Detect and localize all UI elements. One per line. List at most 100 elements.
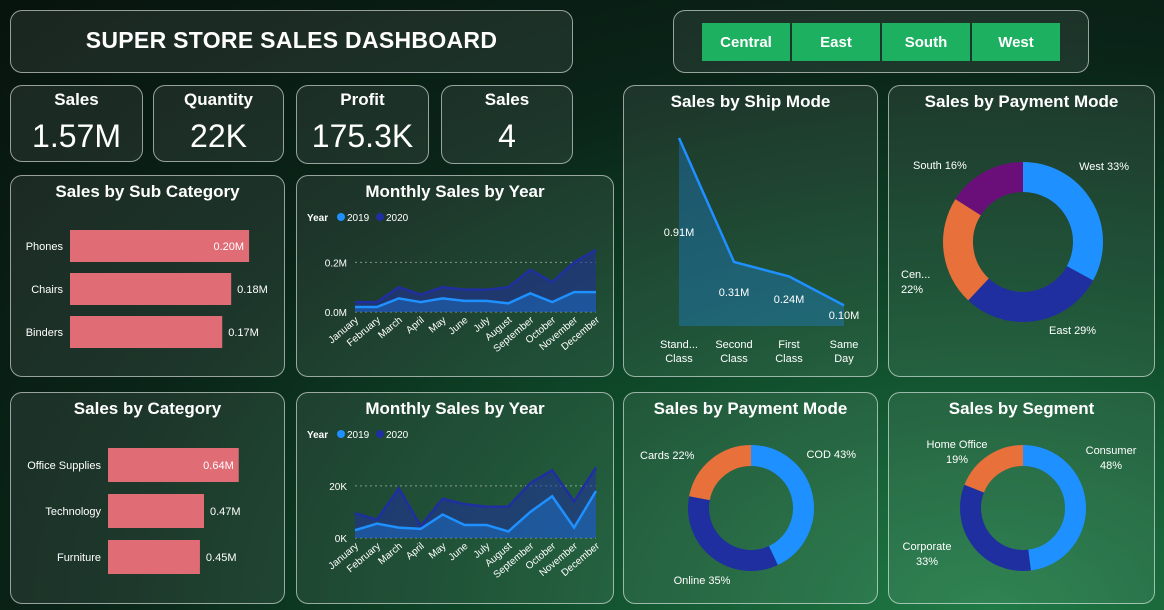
slice-label: Online 35% [674, 575, 731, 587]
monthly-sales-chart-panel-1: Monthly Sales by Year Year 2019 2020 0.0M 0.… [296, 175, 614, 377]
segment-donut: Consumer 48% Corporate 33% Home Office 19% [903, 439, 1137, 571]
sub-category-bar-chart: Phones 0.20M Chairs 0.18M Binders 0.17M [26, 230, 268, 348]
monthly-sales-area-chart-2: Year 2019 20200K20KJanuaryFebruaryMarch Apr… [307, 430, 602, 581]
bar [70, 273, 232, 305]
category-label: Furniture [57, 552, 101, 564]
category-label: Office Supplies [27, 460, 101, 472]
ship-mode-chart-panel: Sales by Ship Mode 0.91M 0.31M 0.24M 0.10M S… [623, 85, 878, 377]
kpi-card-quantity: Quantity 22K [153, 85, 284, 162]
region-button-south[interactable]: South [882, 23, 970, 61]
data-label: 0.20M [214, 241, 245, 253]
slice-label: Consumer 48% [1086, 445, 1137, 472]
category-bar-chart: Office Supplies 0.64M Technology 0.47M Furni… [27, 448, 241, 574]
kpi-value: 1.57M [32, 118, 121, 154]
donut-slice [955, 162, 1024, 216]
slice-label: Home Office 19% [927, 439, 988, 466]
category-label: Binders [26, 327, 64, 339]
kpi-card-sales-count: Sales 4 [441, 85, 573, 164]
legend-label: 2019 [347, 430, 370, 441]
data-label: 0.64M [203, 460, 234, 472]
donut-slice [1022, 162, 1103, 281]
y-tick-label: 20K [329, 482, 347, 493]
x-tick-label: May [427, 541, 449, 562]
payment-mode-chart-panel-1: Sales by Payment Mode West 33% East 29% Ce… [888, 85, 1155, 377]
y-tick-label: 0.2M [325, 258, 347, 269]
segment-chart-panel: Sales by Segment Consumer 48% Corporate 33%… [888, 392, 1155, 604]
donut-slice [1022, 445, 1086, 571]
dashboard-title: SUPER STORE SALES DASHBOARD [85, 27, 498, 53]
slice-label: COD 43% [806, 449, 856, 461]
region-button-central[interactable]: Central [702, 23, 790, 61]
legend-marker-2020 [376, 213, 384, 221]
slice-label: East 29% [1049, 325, 1096, 337]
donut-slice [750, 445, 814, 565]
x-tick-label: Second Class [715, 339, 752, 365]
donut-slice [689, 445, 752, 501]
legend-marker-2019 [337, 213, 345, 221]
x-tick-label: First Class [775, 339, 803, 365]
kpi-value: 22K [190, 118, 247, 154]
slice-label: South 16% [913, 160, 967, 172]
kpi-label: Profit [340, 90, 385, 109]
kpi-card-sales: Sales 1.57M [10, 85, 143, 162]
data-label: 0.31M [719, 287, 750, 299]
payment-mode-chart-panel-2: Sales by Payment Mode COD 43% Online 35% C… [623, 392, 878, 604]
bar [108, 540, 200, 574]
data-label: 0.47M [210, 506, 241, 518]
donut-slice [960, 484, 1031, 571]
data-label: 0.18M [237, 284, 268, 296]
x-tick-label: Stand... Class [660, 339, 698, 365]
bar [108, 494, 205, 528]
region-slicer: Central East South West [673, 10, 1089, 73]
donut-slice [943, 199, 990, 301]
payment-mode-donut-1: West 33% East 29% Cen... 22% South 16% [901, 160, 1129, 337]
data-label: 0.45M [206, 552, 237, 564]
y-tick-label: 0K [335, 534, 348, 545]
x-tick-label: March [376, 315, 404, 341]
legend-label: 2020 [386, 213, 409, 224]
kpi-card-profit: Profit 175.3K [296, 85, 429, 164]
kpi-value: 4 [498, 118, 516, 154]
legend-label: 2020 [386, 430, 409, 441]
x-tick-label: June [447, 315, 471, 338]
donut-slice [964, 445, 1024, 494]
slice-label: Cards 22% [640, 450, 695, 462]
y-tick-label: 0.0M [325, 308, 347, 319]
legend-label: 2019 [347, 213, 370, 224]
x-tick-label: April [404, 315, 426, 336]
legend-title: Year [307, 213, 328, 224]
legend-marker-2019 [337, 430, 345, 438]
x-tick-label: April [404, 541, 426, 562]
data-label: 0.24M [774, 294, 805, 306]
bar [70, 316, 223, 348]
region-button-west[interactable]: West [972, 23, 1060, 61]
donut-slice [688, 496, 778, 571]
kpi-label: Sales [54, 90, 99, 109]
kpi-label: Quantity [184, 90, 253, 109]
legend-title: Year [307, 430, 328, 441]
category-label: Technology [45, 506, 101, 518]
slice-label: West 33% [1079, 161, 1129, 173]
region-button-east[interactable]: East [792, 23, 880, 61]
slice-label: Cen... 22% [901, 269, 930, 296]
monthly-sales-chart-panel-2: Monthly Sales by Year Year 2019 2020 0K 20K J… [296, 392, 614, 604]
legend-marker-2020 [376, 430, 384, 438]
x-tick-label: Same Day [830, 339, 859, 365]
monthly-sales-area-chart-1: Year 2019 20200.0M0.2MJanuaryFebruaryMarch… [307, 213, 602, 355]
category-chart-panel: Sales by Category Office Supplies 0.64M Te… [10, 392, 285, 604]
ship-mode-area-chart: 0.91M 0.31M 0.24M 0.10M Stand... Class Second C… [660, 137, 860, 365]
dashboard-title-panel: SUPER STORE SALES DASHBOARD [10, 10, 573, 73]
data-label: 0.17M [228, 327, 259, 339]
data-label: 0.91M [664, 227, 695, 239]
ship-mode-area [679, 138, 844, 326]
kpi-value: 175.3K [311, 118, 414, 154]
x-tick-label: May [427, 315, 449, 336]
donut-slice [968, 265, 1094, 322]
kpi-label: Sales [484, 90, 530, 109]
payment-mode-donut-2: COD 43% Online 35% Cards 22% [640, 445, 856, 587]
x-tick-label: March [376, 541, 404, 567]
data-label: 0.10M [829, 310, 860, 322]
category-label: Chairs [31, 284, 63, 296]
x-tick-label: June [447, 541, 471, 564]
sub-category-chart-panel: Sales by Sub Category Phones 0.20M Chairs 0… [10, 175, 285, 377]
